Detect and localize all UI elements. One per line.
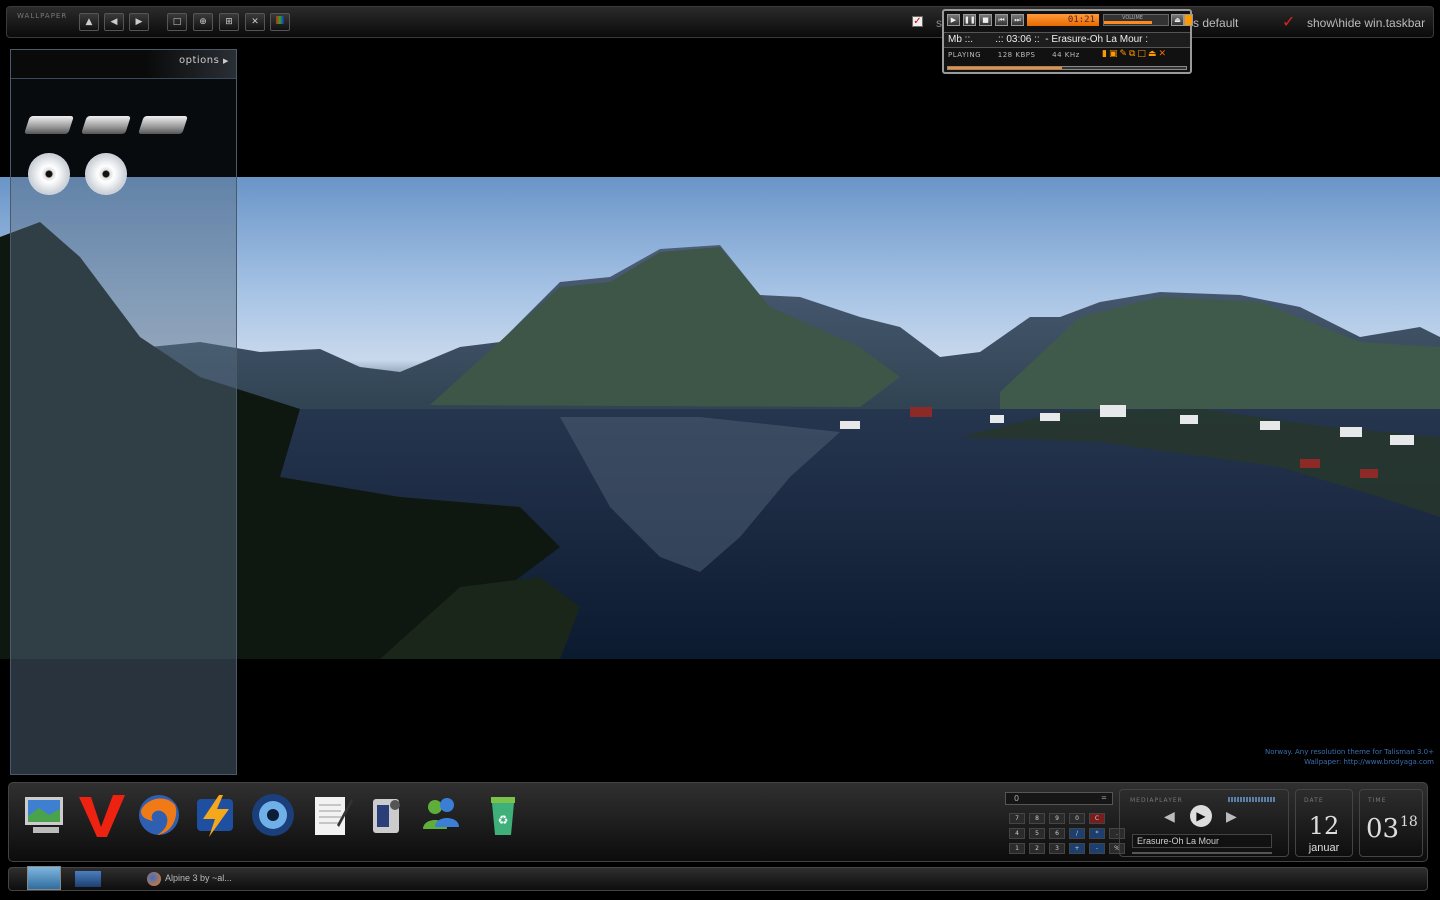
seek-bar[interactable] bbox=[947, 66, 1187, 70]
close-wallpaper-button[interactable]: ✕ bbox=[245, 13, 265, 31]
firefox-icon bbox=[147, 872, 161, 886]
my-computer-icon[interactable] bbox=[21, 791, 69, 839]
calculator-key[interactable]: 2 bbox=[1029, 843, 1045, 854]
stream-info: PLAYING 128 KBPS 44 KHz bbox=[948, 51, 1080, 59]
up-button[interactable]: ▲ bbox=[79, 13, 99, 31]
calculator-key[interactable]: - bbox=[1089, 843, 1105, 854]
taskbar: Alpine 3 by ~al... bbox=[8, 866, 1428, 891]
cd-drive-icon[interactable] bbox=[85, 153, 127, 195]
hard-drive-icon[interactable] bbox=[138, 116, 188, 134]
calculator-key[interactable]: 0 bbox=[1069, 813, 1085, 824]
calculator-key[interactable]: 8 bbox=[1029, 813, 1045, 824]
vivaldi-icon[interactable] bbox=[77, 791, 125, 839]
calculator-key[interactable]: / bbox=[1069, 828, 1085, 839]
calculator-key[interactable]: * bbox=[1089, 828, 1105, 839]
media-progress[interactable] bbox=[1132, 852, 1272, 854]
firefox-icon[interactable] bbox=[135, 791, 183, 839]
options-label: options bbox=[179, 55, 220, 66]
current-song: Erasure-Oh La Mour bbox=[1132, 834, 1272, 848]
next-track-button[interactable]: ⏭ bbox=[1011, 14, 1024, 26]
center-button[interactable]: ⊕ bbox=[193, 13, 213, 31]
credits-line2[interactable]: Wallpaper: http://www.brodyaga.com bbox=[1180, 757, 1434, 767]
next-button[interactable]: ▶ bbox=[129, 13, 149, 31]
show-desktop-icon[interactable] bbox=[75, 871, 101, 887]
checkmark-icon[interactable]: ✓ bbox=[1282, 12, 1295, 31]
spectrum-icon bbox=[1228, 797, 1276, 802]
recycle-bin-icon[interactable]: ♻ bbox=[479, 791, 527, 839]
theme-credits: Norway. Any resolution theme for Talisma… bbox=[1180, 747, 1434, 767]
winamp-icon[interactable] bbox=[191, 791, 239, 839]
samplerate-text: 44 KHz bbox=[1052, 51, 1080, 59]
volume-slider[interactable]: VOLUME bbox=[1103, 14, 1169, 26]
previous-button[interactable]: ◀ bbox=[104, 13, 124, 31]
options-button[interactable]: options ▶ bbox=[179, 55, 229, 66]
time-label: TIME bbox=[1368, 797, 1387, 804]
time-widget: TIME 03 18 bbox=[1359, 789, 1423, 857]
status-text: PLAYING bbox=[948, 51, 982, 59]
date-month: januar bbox=[1308, 842, 1340, 854]
seek-fill bbox=[948, 67, 1063, 69]
play-button[interactable]: ▶ bbox=[947, 14, 960, 26]
date-label: DATE bbox=[1304, 797, 1324, 804]
start-button[interactable] bbox=[27, 866, 61, 890]
next-icon[interactable]: ▶ bbox=[1226, 809, 1237, 825]
play-icon[interactable]: ▶ bbox=[1190, 805, 1212, 827]
prev-icon[interactable]: ◀ bbox=[1164, 809, 1175, 825]
time-minute: 18 bbox=[1400, 814, 1418, 830]
tile-button[interactable]: ⊞ bbox=[219, 13, 239, 31]
track-title: Mb ::. .:: 03:06 :: - Erasure-Oh La Mour… bbox=[944, 32, 1190, 48]
menu-button[interactable] bbox=[1184, 14, 1193, 26]
svg-text:♻: ♻ bbox=[498, 813, 509, 827]
default-checkbox[interactable]: ✓ bbox=[912, 16, 923, 27]
volume-fill bbox=[1104, 21, 1152, 24]
top-toolbar: WALLPAPER ▲ ◀ ▶ □ ⊕ ⊞ ✕ ✓ s s default ✓ … bbox=[6, 6, 1434, 38]
mediaplayer-label: MEDIAPLAYER bbox=[1130, 797, 1183, 804]
media-player-icon[interactable] bbox=[249, 791, 297, 839]
sidebar-panel: options ▶ bbox=[10, 49, 237, 775]
calculator-key[interactable]: 4 bbox=[1009, 828, 1025, 839]
default-option-label[interactable]: s default bbox=[1193, 16, 1238, 30]
calculator-key[interactable]: 6 bbox=[1049, 828, 1065, 839]
wallpaper-label: WALLPAPER bbox=[17, 12, 68, 20]
stretch-button[interactable]: □ bbox=[167, 13, 187, 31]
stop-button[interactable]: ■ bbox=[979, 14, 992, 26]
taskbar-item-alpine[interactable]: Alpine 3 by ~al... bbox=[165, 873, 232, 883]
track-title-text: Mb ::. .:: 03:06 :: - Erasure-Oh La Mour… bbox=[948, 34, 1149, 45]
calculator-key[interactable]: + bbox=[1069, 843, 1085, 854]
calculator-equals-button[interactable]: = bbox=[1101, 794, 1107, 802]
winamp-player: ▶ ❚❚ ■ ⏮ ⏭ 01:21 VOLUME ⏏ Mb ::. .:: 03:… bbox=[942, 9, 1193, 74]
camcorder-icon[interactable] bbox=[363, 791, 411, 839]
prev-track-button[interactable]: ⏮ bbox=[995, 14, 1008, 26]
calculator-key[interactable]: 1 bbox=[1009, 843, 1025, 854]
time-display: 01:21 bbox=[1027, 14, 1099, 26]
calculator-display: 0 bbox=[1005, 792, 1113, 805]
calculator-key[interactable]: C bbox=[1089, 813, 1105, 824]
pause-button[interactable]: ❚❚ bbox=[963, 14, 976, 26]
taskbar-toggle-label[interactable]: show\hide win.taskbar bbox=[1307, 16, 1425, 30]
hard-drive-icon[interactable] bbox=[24, 116, 74, 134]
calculator-key[interactable]: 7 bbox=[1009, 813, 1025, 824]
bitrate-text: 128 KBPS bbox=[997, 51, 1036, 59]
calculator-key[interactable]: 9 bbox=[1049, 813, 1065, 824]
player-controls-icons[interactable]: ▮▣✎⧉□⏏✕ bbox=[1102, 49, 1168, 59]
date-widget: DATE 12 januar bbox=[1295, 789, 1353, 857]
calculator-key[interactable]: 5 bbox=[1029, 828, 1045, 839]
mediaplayer-widget: MEDIAPLAYER ◀ ▶ ▶ Erasure-Oh La Mour bbox=[1119, 789, 1289, 857]
arrow-right-icon: ▶ bbox=[223, 57, 229, 65]
eject-button[interactable]: ⏏ bbox=[1171, 14, 1184, 26]
credits-line1: Norway. Any resolution theme for Talisma… bbox=[1265, 748, 1434, 756]
sidebar-header: options ▶ bbox=[11, 50, 236, 79]
color-button[interactable] bbox=[270, 13, 290, 31]
time-hour: 03 bbox=[1366, 814, 1400, 844]
cd-drive-icon[interactable] bbox=[28, 153, 70, 195]
calculator-widget: 0 = 7 8 9 0 C 4 5 6/*. 1 2 3 + -% bbox=[999, 789, 1125, 857]
hard-drive-icon[interactable] bbox=[81, 116, 131, 134]
notepad-icon[interactable] bbox=[307, 791, 355, 839]
dock-bar: ♻ 0 = 7 8 9 0 C 4 5 6/*. 1 2 3 + -% MEDIAPLAYER ◀ ▶ … bbox=[8, 782, 1428, 862]
date-day: 12 bbox=[1308, 812, 1340, 840]
calculator-key[interactable]: 3 bbox=[1049, 843, 1065, 854]
messenger-icon[interactable] bbox=[417, 791, 465, 839]
